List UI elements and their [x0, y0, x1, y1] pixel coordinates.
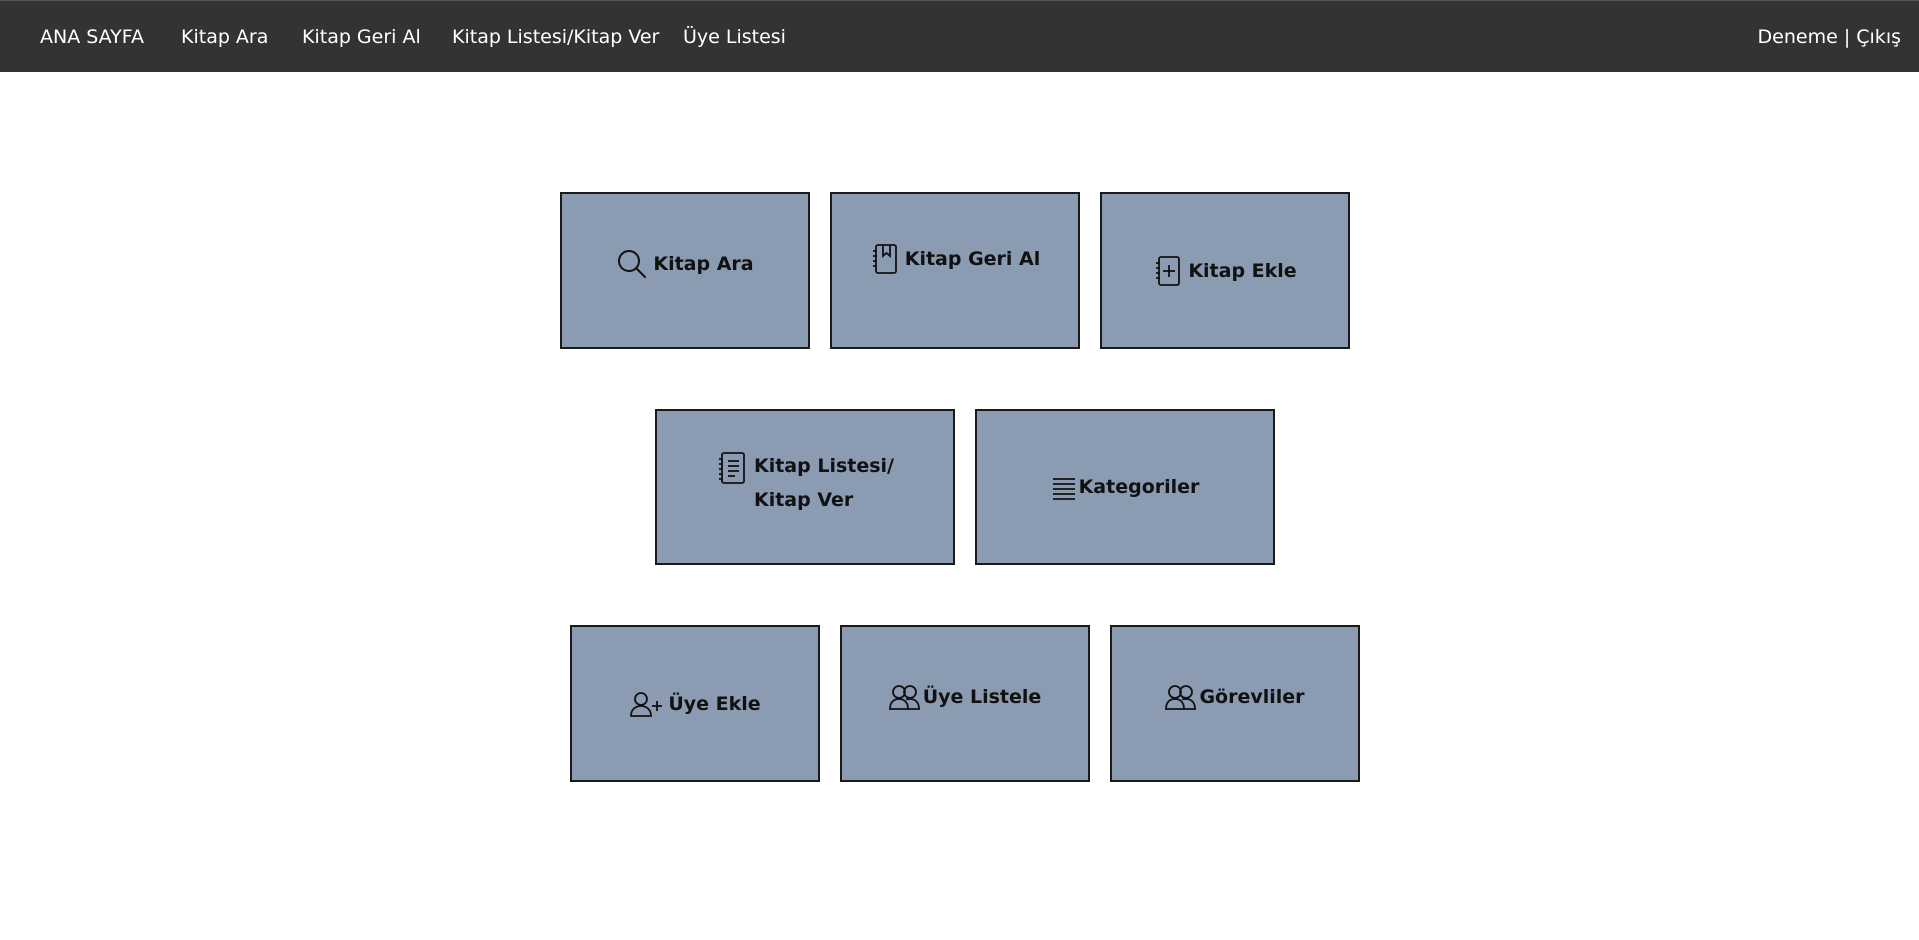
list-book-icon — [716, 451, 748, 485]
tile-kitap-listesi[interactable]: Kitap Listesi/ Kitap Ver — [655, 409, 955, 565]
tile-uye-ekle[interactable]: Üye Ekle — [570, 625, 820, 782]
tile-uye-listele-label: Üye Listele — [922, 685, 1042, 708]
tile-kitap-ekle[interactable]: Kitap Ekle — [1100, 192, 1350, 349]
nav-uye-listesi-link[interactable]: Üye Listesi — [683, 1, 786, 73]
tile-kategoriler-content: Kategoriler — [1051, 474, 1200, 500]
tile-kitap-geri-al[interactable]: Kitap Geri Al — [830, 192, 1080, 349]
tile-kitap-listesi-label-line2: Kitap Ver — [753, 489, 854, 511]
nav-kitap-geri-al-link[interactable]: Kitap Geri Al — [302, 1, 421, 73]
tile-uye-ekle-content: Üye Ekle — [629, 690, 761, 718]
tile-kitap-ara[interactable]: Kitap Ara — [560, 192, 810, 349]
tile-kategoriler[interactable]: Kategoriler — [975, 409, 1275, 565]
tile-kitap-listesi-label: Kitap Listesi/ Kitap Ver — [754, 449, 894, 517]
tile-kitap-listesi-content: Kitap Listesi/ Kitap Ver — [716, 449, 894, 517]
tile-gorevliler[interactable]: Görevliler — [1110, 625, 1360, 782]
tile-kitap-ekle-content: Kitap Ekle — [1153, 255, 1297, 287]
tile-kitap-ara-content: Kitap Ara — [616, 248, 754, 280]
tile-kitap-listesi-label-line1: Kitap Listesi/ — [753, 455, 894, 477]
nav-kitap-ara-link[interactable]: Kitap Ara — [181, 1, 268, 73]
tile-kategoriler-label: Kategoriler — [1078, 476, 1200, 498]
search-icon — [616, 248, 648, 280]
users-icon — [888, 684, 921, 710]
users-icon — [1165, 684, 1197, 710]
tile-uye-listele[interactable]: Üye Listele — [840, 625, 1090, 782]
tile-kitap-geri-al-content: Kitap Geri Al — [870, 243, 1041, 275]
bookmark-book-icon — [870, 243, 900, 275]
tile-uye-listele-content: Üye Listele — [888, 684, 1042, 710]
top-navbar: ANA SAYFA Kitap Ara Kitap Geri Al Kitap … — [0, 0, 1919, 72]
add-book-icon — [1153, 255, 1183, 287]
tile-gorevliler-content: Görevliler — [1165, 684, 1305, 710]
logout-link[interactable]: Çıkış — [1856, 26, 1901, 48]
tile-gorevliler-label: Görevliler — [1199, 685, 1305, 708]
tile-kitap-ekle-label: Kitap Ekle — [1188, 259, 1297, 282]
tile-kitap-geri-al-label: Kitap Geri Al — [904, 247, 1041, 270]
tile-uye-ekle-label: Üye Ekle — [668, 692, 761, 715]
nav-kitap-listesi-link[interactable]: Kitap Listesi/Kitap Ver — [452, 1, 659, 73]
user-separator: | — [1837, 26, 1857, 48]
list-icon — [1051, 474, 1077, 500]
user-add-icon — [629, 690, 663, 718]
tile-kitap-ara-label: Kitap Ara — [653, 252, 754, 275]
nav-home-link[interactable]: ANA SAYFA — [40, 1, 144, 73]
user-name[interactable]: Deneme — [1758, 26, 1838, 48]
user-area: Deneme | Çıkış — [1758, 1, 1901, 73]
